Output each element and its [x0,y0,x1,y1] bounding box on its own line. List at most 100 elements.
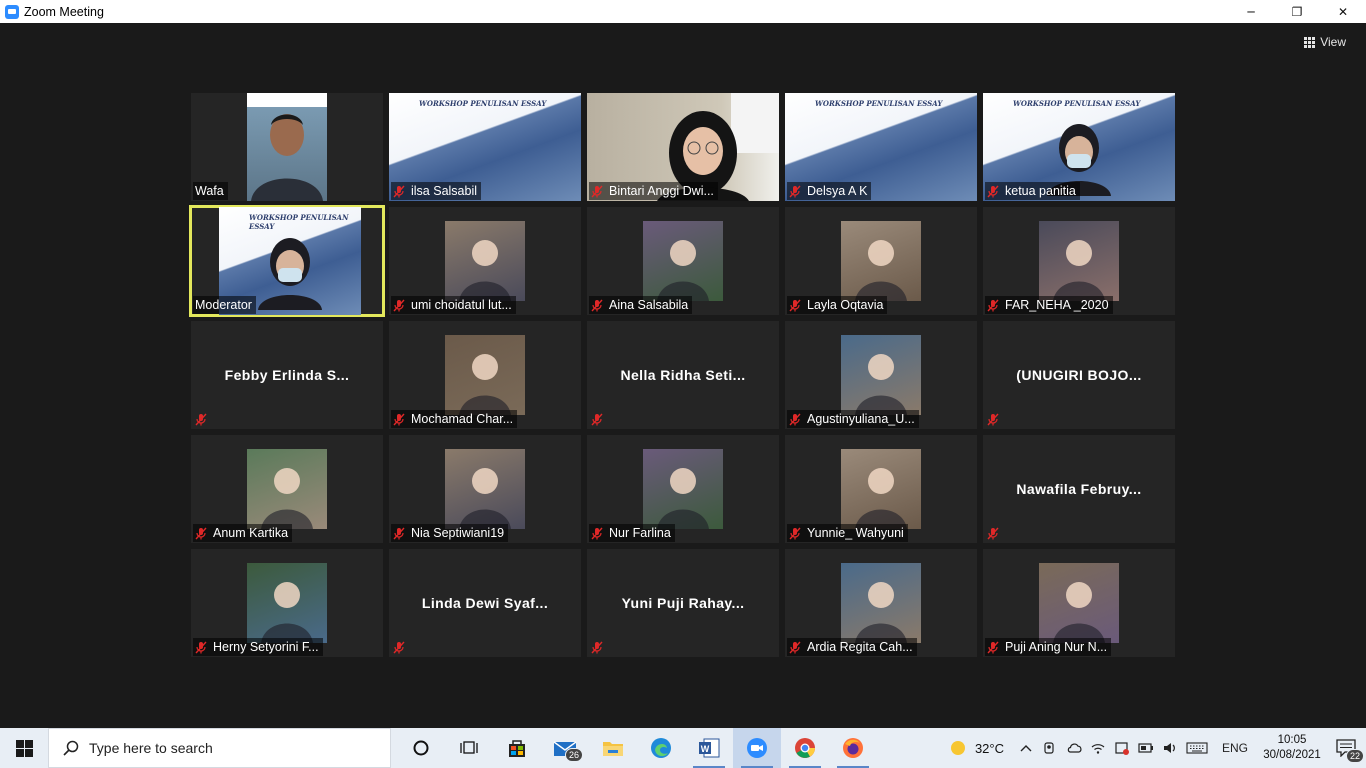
meeting-area: View Wafa WORKSHOP PENULISAN ESSAY ilsa Sa… [0,23,1366,728]
participant-tile[interactable]: Herny Setyorini F... [191,549,383,657]
participant-display-name: Yuni Puji Rahay... [621,595,745,611]
task-view-button[interactable] [397,728,445,768]
timeline-button[interactable] [445,728,493,768]
clock[interactable]: 10:05 30/08/2021 [1258,733,1326,763]
participant-tile[interactable]: (UNUGIRI BOJO... [983,321,1175,429]
participant-tile[interactable]: Wafa [191,93,383,201]
weather-widget[interactable]: 32°C [947,738,1004,758]
muted-mic-icon [987,185,999,198]
participant-name: Herny Setyorini F... [213,640,319,654]
clock-date: 30/08/2021 [1263,749,1321,761]
muted-mic-icon [591,527,603,540]
muted-mic-icon [591,413,603,426]
avatar [1039,563,1119,643]
input-language[interactable]: ENG [1222,741,1248,755]
participant-tile[interactable]: Layla Oqtavia [785,207,977,315]
view-button[interactable]: View [1304,35,1346,49]
participant-tile[interactable]: Nia Septiwiani19 [389,435,581,543]
participant-tile[interactable]: Yunnie_ Wahyuni [785,435,977,543]
participant-name-label: Herny Setyorini F... [193,638,323,656]
touch-keyboard-tray[interactable] [1182,728,1212,768]
avatar [643,221,723,301]
muted-mic-icon [195,527,207,540]
participant-name-label: Ardia Regita Cah... [787,638,917,656]
participant-name: Nia Septiwiani19 [411,526,505,540]
avatar [841,449,921,529]
participant-tile[interactable]: Ardia Regita Cah... [785,549,977,657]
participant-display-name: (UNUGIRI BOJO... [1016,367,1142,383]
participant-name-label: Delsya A K [787,182,872,200]
participant-name-label: Anum Kartika [193,524,293,542]
show-hidden-icons-button[interactable] [1014,728,1038,768]
participant-tile[interactable]: umi choidatul lut... [389,207,581,315]
start-button[interactable] [0,728,48,768]
avatar [643,449,723,529]
weather-sun-icon [950,741,965,755]
participant-name: Moderator [195,298,252,312]
volume-tray[interactable] [1158,728,1182,768]
minimize-button[interactable]: ─ [1228,0,1274,23]
video-feed [247,93,327,201]
sync-tray[interactable] [1110,728,1134,768]
participant-tile[interactable]: Bintari Anggi Dwi... [587,93,779,201]
mail-app[interactable]: 26 [541,728,589,768]
chevron-up-icon [1020,745,1032,752]
participant-tile[interactable]: Yuni Puji Rahay... [587,549,779,657]
folder-icon [603,742,623,756]
muted-mic-icon [591,299,603,312]
participant-tile[interactable]: FAR_NEHA _2020 [983,207,1175,315]
participant-tile[interactable]: Puji Aning Nur N... [983,549,1175,657]
battery-tray[interactable] [1134,728,1158,768]
zoom-app[interactable] [733,728,781,768]
avatar [841,563,921,643]
chrome-app[interactable] [781,728,829,768]
participant-name-label [589,410,613,428]
store-app[interactable] [493,728,541,768]
participant-name-label: Moderator [193,296,256,314]
participant-name: Nur Farlina [609,526,671,540]
zoom-app-icon [5,4,19,19]
participant-tile[interactable]: Anum Kartika [191,435,383,543]
participant-tile[interactable]: Febby Erlinda S... [191,321,383,429]
close-button[interactable]: ✕ [1320,0,1366,23]
file-explorer-app[interactable] [589,728,637,768]
muted-mic-icon [195,413,207,426]
participant-tile[interactable]: WORKSHOP PENULISAN ESSAY Moderator [189,205,385,317]
webcam-tray[interactable] [1038,728,1062,768]
muted-mic-icon [987,527,999,540]
muted-mic-icon [393,299,405,312]
participant-tile[interactable]: Nawafila Februy... [983,435,1175,543]
muted-mic-icon [393,413,405,426]
edge-app[interactable] [637,728,685,768]
participant-name-label: Mochamad Char... [391,410,518,428]
participant-tile[interactable]: WORKSHOP PENULISAN ESSAY Delsya A K [785,93,977,201]
camera-icon [1044,742,1054,754]
cloud-icon [1067,743,1082,753]
participant-tile[interactable]: Linda Dewi Syaf... [389,549,581,657]
wifi-tray[interactable] [1086,728,1110,768]
participant-name-label: Layla Oqtavia [787,296,888,314]
view-label: View [1320,35,1346,49]
search-box[interactable]: Type here to search [48,728,391,768]
participant-tile[interactable]: Agustinyuliana_U... [785,321,977,429]
muted-mic-icon [393,641,405,654]
word-app[interactable]: W [685,728,733,768]
participant-tile[interactable]: WORKSHOP PENULISAN ESSAY ilsa Salsabil [389,93,581,201]
participant-tile[interactable]: WORKSHOP PENULISAN ESSAY ketua panitia [983,93,1175,201]
avatar [247,449,327,529]
mail-unread-badge: 26 [564,748,583,762]
onedrive-tray[interactable] [1062,728,1086,768]
participant-tile[interactable]: Nella Ridha Seti... [587,321,779,429]
restore-button[interactable]: ❐ [1274,0,1320,23]
participant-tile[interactable]: Nur Farlina [587,435,779,543]
action-center-button[interactable]: 22 [1326,728,1366,768]
participant-name-label: Yunnie_ Wahyuni [787,524,908,542]
participant-tile[interactable]: Aina Salsabila [587,207,779,315]
participant-name-label [391,638,415,656]
banner-title: WORKSHOP PENULISAN ESSAY [815,99,943,108]
firefox-app[interactable] [829,728,877,768]
title-bar: Zoom Meeting ─ ❐ ✕ [0,0,1366,23]
participant-name: Agustinyuliana_U... [807,412,915,426]
participant-tile[interactable]: Mochamad Char... [389,321,581,429]
participant-name: Puji Aning Nur N... [1005,640,1108,654]
